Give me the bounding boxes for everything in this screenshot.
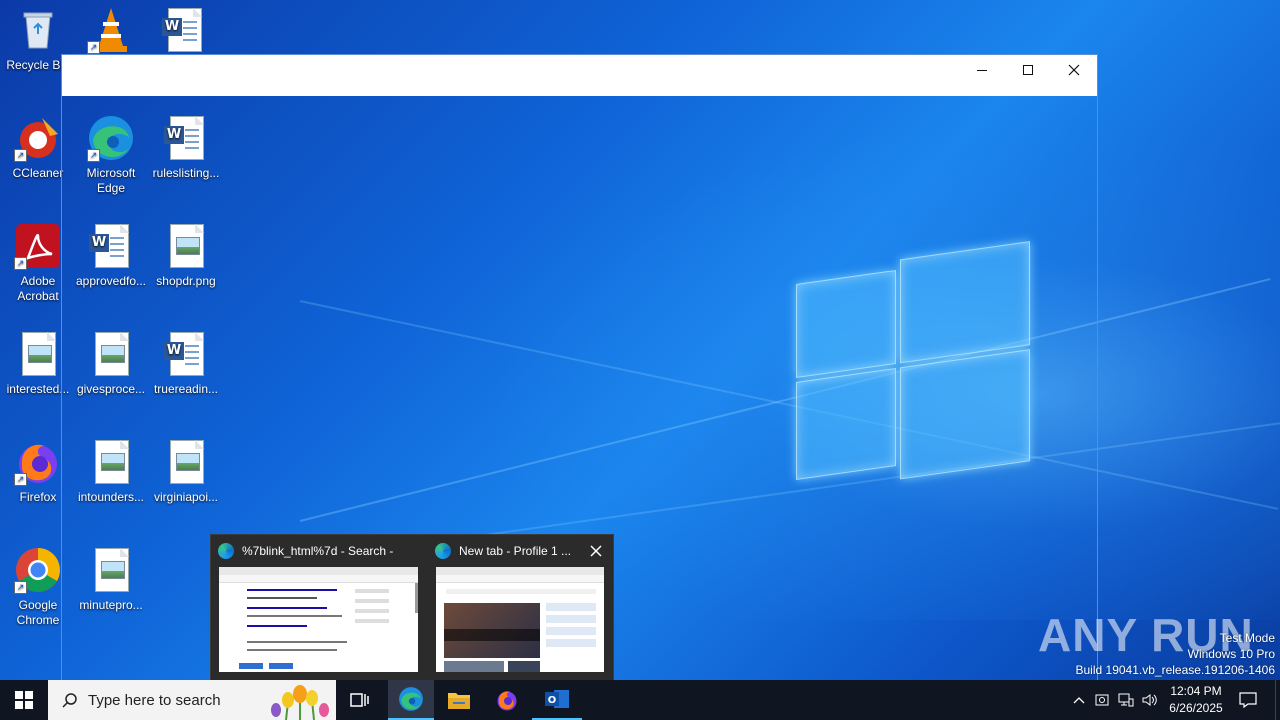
start-button[interactable] [0,680,48,720]
firefox-icon [497,691,517,711]
clock-time: 12:04 PM [1170,684,1222,698]
minimize-button[interactable] [959,55,1005,85]
preview-thumbnail [436,567,604,672]
preview-title: %7blink_html%7d - Search - Pr... [242,544,393,558]
test-mode-label: Test Mode [1219,631,1275,645]
taskbar-search-box[interactable]: Type here to search [48,680,336,720]
clock-date: 6/26/2025 [1169,701,1223,715]
minimize-icon [977,70,987,71]
show-hidden-icons-button[interactable] [1068,696,1090,704]
window-titlebar[interactable] [62,55,1097,96]
tray-security-icon[interactable] [1090,693,1114,707]
taskbar-clock[interactable]: 12:04 PM 6/26/2025 [1160,683,1232,717]
preview-search-window[interactable]: %7blink_html%7d - Search - Pr... [211,535,418,681]
tray-network-icon[interactable] [1114,693,1138,707]
firefox-icon: ↗ [14,438,62,486]
maximize-button[interactable] [1005,55,1051,85]
preview-title: New tab - Profile 1 ... [459,544,572,558]
os-watermark: Test Mode Windows 10 Pro Build 19041.vb_… [1076,630,1276,678]
maximize-icon [1023,65,1033,75]
build-label: Build 19041.vb_release.191206-1406 [1075,663,1276,677]
taskbar-edge-button[interactable] [388,680,434,720]
preview-new-tab-window[interactable]: New tab - Profile 1 ... [428,535,624,681]
desktop-icon-vlc[interactable]: ↗ [73,6,149,58]
system-tray [1068,680,1162,720]
word-document-icon: W [160,6,208,54]
notification-icon [1239,692,1257,708]
acrobat-icon: ↗ [14,222,62,270]
taskbar: Type here to search O 12:04 PM 6/26/2025 [0,680,1280,720]
close-icon [590,545,602,557]
network-icon [1118,693,1134,707]
action-center-button[interactable] [1234,680,1262,720]
shield-icon [1095,694,1109,706]
recycle-bin-icon [14,6,62,54]
svg-text:O: O [548,695,557,706]
windows-start-icon [15,691,33,709]
edge-icon [435,543,451,559]
taskbar-thumbnail-previews: %7blink_html%7d - Search - Pr... New tab… [210,534,614,682]
outlook-icon: O [545,690,569,708]
task-view-button[interactable] [336,680,384,720]
speaker-icon [1142,694,1157,706]
task-view-icon [350,693,369,707]
ccleaner-icon: ↗ [14,114,62,162]
vlc-cone-icon: ↗ [87,6,135,54]
folder-icon [448,693,470,709]
search-icon [62,693,77,708]
edge-icon [399,687,423,711]
image-file-icon [14,330,62,378]
desktop-icon-word-top[interactable]: W [146,6,222,58]
taskbar-outlook-button[interactable]: O [532,680,582,720]
chrome-icon: ↗ [14,546,62,594]
show-desktop-button[interactable] [1275,680,1280,720]
taskbar-file-explorer-button[interactable] [436,680,482,720]
edition-label: Windows 10 Pro [1187,647,1275,661]
chevron-up-icon [1073,697,1085,704]
preview-close-button[interactable] [586,541,606,561]
close-button[interactable] [1051,55,1097,85]
flowers-decoration-icon [271,685,329,720]
tray-volume-icon[interactable] [1138,693,1162,707]
edge-icon [218,543,234,559]
close-icon [1068,64,1080,76]
taskbar-firefox-button[interactable] [484,680,530,720]
search-placeholder: Type here to search [88,691,221,709]
preview-thumbnail [219,567,418,672]
